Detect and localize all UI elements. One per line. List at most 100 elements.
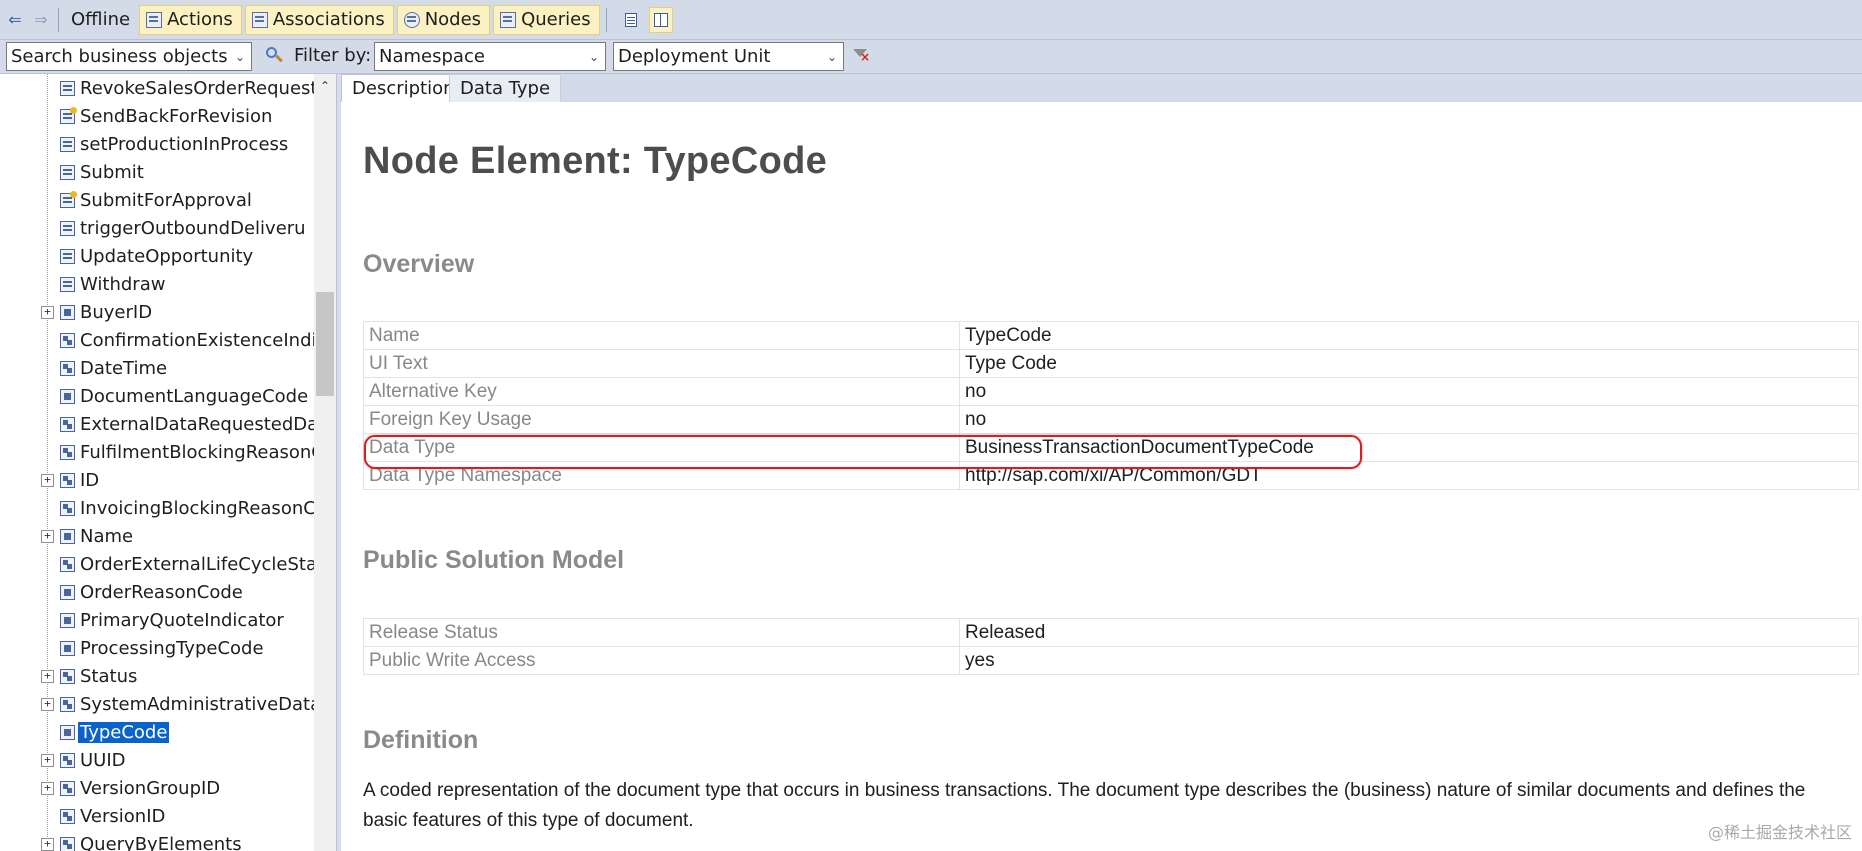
tree-item[interactable]: + ID	[0, 466, 310, 494]
tree-item[interactable]: SubmitForApproval	[0, 186, 310, 214]
association-icon	[60, 752, 75, 768]
association-icon	[60, 556, 75, 572]
expand-plus-icon[interactable]: +	[41, 305, 54, 319]
chevron-down-icon[interactable]: ⌄	[229, 50, 251, 64]
search-business-objects-value: Search business objects	[11, 46, 228, 67]
tree-item[interactable]: UpdateOpportunity	[0, 242, 310, 270]
tree-item-label: ExternalDataRequestedDateTime	[80, 413, 314, 435]
tree-item[interactable]: + SystemAdministrativeData	[0, 690, 314, 718]
tab-description[interactable]: Description	[341, 74, 466, 102]
tree-item[interactable]: SendBackForRevision	[0, 102, 310, 130]
associations-filter-button[interactable]: Associations	[244, 4, 394, 35]
tree-item[interactable]: + Name	[0, 522, 310, 550]
expand-plus-icon[interactable]: +	[41, 473, 54, 487]
tree-item-label: BuyerID	[80, 301, 153, 323]
actions-label: Actions	[167, 9, 233, 30]
tree-item[interactable]: RevokeSalesOrderRequest	[0, 74, 314, 102]
tree-item[interactable]: triggerOutboundDeliveru	[0, 214, 310, 242]
association-icon	[60, 836, 75, 851]
tree-item[interactable]: FulfilmentBlockingReasonCode	[0, 438, 314, 466]
expand-plus-icon[interactable]: +	[41, 697, 54, 711]
element-icon	[60, 612, 75, 628]
page-title: Node Element: TypeCode	[363, 140, 828, 182]
table-row: Foreign Key Usage no	[363, 405, 1859, 434]
tree-item[interactable]: + UUID	[0, 746, 310, 774]
action-icon	[60, 136, 75, 152]
tree-item-label: Status	[80, 665, 138, 687]
table-row: Release Status Released	[363, 618, 1859, 647]
actions-filter-button[interactable]: Actions	[139, 4, 242, 35]
search-icon[interactable]	[266, 47, 284, 65]
element-icon	[60, 304, 75, 320]
tree-item[interactable]: Withdraw	[0, 270, 310, 298]
deployment-unit-combo[interactable]: Deployment Unit ⌄	[613, 42, 844, 71]
tree-item-label: FulfilmentBlockingReasonCode	[80, 441, 314, 463]
tree-item[interactable]: + BuyerID	[0, 298, 310, 326]
chevron-down-icon[interactable]: ⌄	[583, 50, 605, 64]
association-icon	[60, 696, 75, 712]
tree-item-label: InvoicingBlockingReasonCode	[80, 497, 314, 519]
expand-plus-icon[interactable]: +	[41, 837, 54, 851]
tree-item-label: SubmitForApproval	[80, 189, 252, 211]
property-key: Alternative Key	[363, 377, 960, 406]
chevron-up-icon[interactable]: ⌃	[314, 74, 336, 98]
chevron-down-icon[interactable]: ⌄	[821, 50, 843, 64]
nodes-filter-button[interactable]: Nodes	[396, 4, 491, 35]
tree-item-label: VersionID	[80, 805, 166, 827]
element-icon	[60, 724, 75, 740]
association-icon	[60, 444, 75, 460]
expand-plus-icon[interactable]: +	[41, 529, 54, 543]
association-icon	[60, 808, 75, 824]
queries-icon	[500, 11, 517, 28]
tree-item[interactable]: VersionID	[0, 802, 310, 830]
expand-plus-icon[interactable]: +	[41, 669, 54, 683]
namespace-combo[interactable]: Namespace ⌄	[374, 42, 606, 71]
arrow-right-icon[interactable]: ⇒	[30, 9, 52, 31]
arrow-left-icon[interactable]: ⇐	[4, 9, 26, 31]
tree-item-label: SystemAdministrativeData	[80, 693, 314, 715]
tree-item-label: TypeCode	[78, 721, 170, 743]
tab-data-type[interactable]: Data Type	[449, 74, 562, 102]
association-icon	[60, 668, 75, 684]
toolbar-separator	[605, 7, 607, 32]
filter-bar: Search business objects ⌄ Filter by: Nam…	[0, 40, 1862, 74]
tree-scrollbar[interactable]: ⌃	[314, 74, 336, 851]
tree-item-selected[interactable]: TypeCode	[0, 718, 310, 746]
tree-item[interactable]: + Status	[0, 662, 310, 690]
element-icon	[60, 584, 75, 600]
tree-item[interactable]: DateTime	[0, 354, 310, 382]
action-warning-icon	[60, 106, 77, 124]
tree-item[interactable]: ConfirmationExistenceIndicator	[0, 326, 314, 354]
tree-item[interactable]: PrimaryQuoteIndicator	[0, 606, 310, 634]
tree-item[interactable]: + VersionGroupID	[0, 774, 310, 802]
tree-item[interactable]: ProcessingTypeCode	[0, 634, 310, 662]
action-icon	[60, 164, 75, 180]
scrollbar-thumb[interactable]	[316, 292, 334, 396]
nodes-icon	[403, 11, 420, 28]
tree-item-label: setProductionInProcess	[80, 133, 289, 155]
tree-item[interactable]: Submit	[0, 158, 310, 186]
watermark: @稀土掘金技术社区	[1707, 823, 1852, 842]
tree-item-label: OrderExternalLifeCycleStatusCode	[80, 553, 314, 575]
split-view-button[interactable]	[648, 6, 673, 33]
filter-by-label: Filter by:	[294, 45, 372, 66]
tree-item[interactable]: ExternalDataRequestedDateTime	[0, 410, 314, 438]
expand-plus-icon[interactable]: +	[41, 781, 54, 795]
tree-item[interactable]: InvoicingBlockingReasonCode	[0, 494, 314, 522]
tree-item[interactable]: + QueryByElements	[0, 830, 310, 851]
action-icon	[60, 248, 75, 264]
property-value: Type Code	[959, 349, 1859, 378]
tree-item[interactable]: OrderReasonCode	[0, 578, 310, 606]
tree-item[interactable]: DocumentLanguageCode	[0, 382, 310, 410]
list-view-button[interactable]	[619, 7, 643, 33]
tree-item[interactable]: setProductionInProcess	[0, 130, 310, 158]
expand-plus-icon[interactable]: +	[41, 753, 54, 767]
queries-filter-button[interactable]: Queries	[493, 4, 600, 35]
public-solution-model-table: Release Status Released Public Write Acc…	[363, 618, 1859, 675]
clear-filter-icon[interactable]: ×	[853, 48, 871, 64]
search-business-objects-combo[interactable]: Search business objects ⌄	[6, 42, 252, 71]
tree-item[interactable]: OrderExternalLifeCycleStatusCode	[0, 550, 314, 578]
property-key: UI Text	[363, 349, 960, 378]
public-solution-model-heading: Public Solution Model	[363, 546, 625, 574]
split-view-icon	[653, 12, 668, 27]
